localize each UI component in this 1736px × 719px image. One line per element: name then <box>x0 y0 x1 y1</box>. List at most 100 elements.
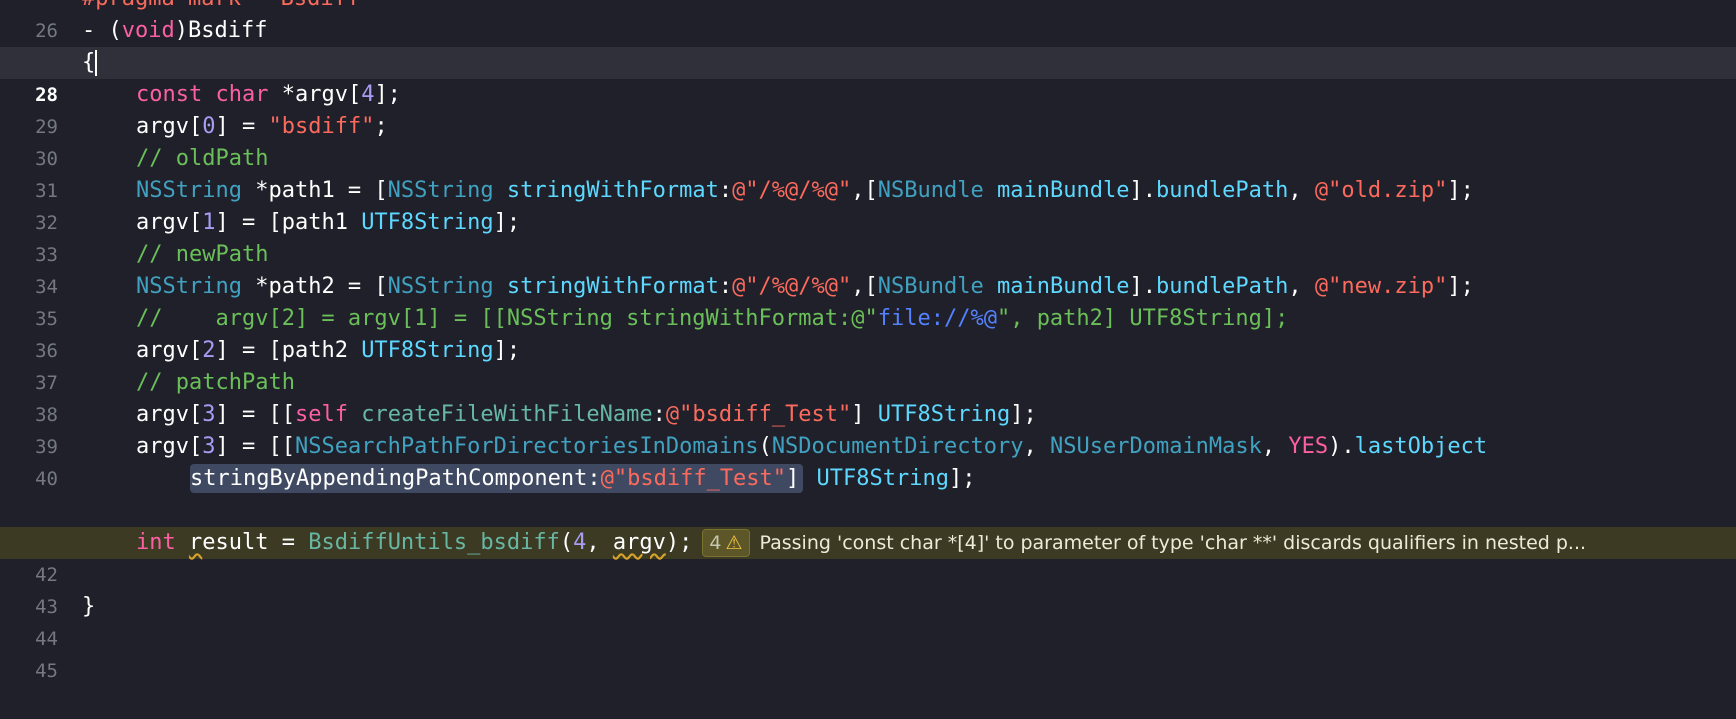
code-token: UTF8String <box>361 210 494 235</box>
code-token: NSSearchPathForDirectoriesInDomains <box>294 434 759 459</box>
method-signature: - (void)Bsdiff <box>82 15 267 47</box>
code-token: bundlePath <box>1155 274 1289 299</box>
code-token: ] <box>851 402 878 427</box>
code-token: NSDocumentDirectory <box>771 434 1024 459</box>
code-token: ). <box>1328 434 1355 459</box>
code-token: NSString <box>136 274 242 299</box>
selected-text[interactable]: stringByAppendingPathComponent:@"bsdiff_… <box>190 464 804 493</box>
code-token: ]; <box>1010 402 1037 427</box>
code-line[interactable]: 26 #pragma mark - Bsdiff <box>0 0 1736 42</box>
code-editor[interactable]: 26 #pragma mark - Bsdiff 27 - (void)Bsdi… <box>0 0 1736 682</box>
code-token: ]; <box>1447 274 1474 299</box>
code-line[interactable]: 36 // argv[2] = argv[1] = [[NSString str… <box>0 303 1736 362</box>
code-token: NSString <box>136 178 242 203</box>
code-token: 1 <box>202 210 216 235</box>
code-token: @"/%@/%@" <box>732 178 852 203</box>
code-token: "bsdiff" <box>268 114 375 139</box>
code-token: void <box>121 18 175 43</box>
code-token: ( <box>758 434 772 459</box>
code-line[interactable]: 40 argv[3] = [[NSSearchPathForDirectorie… <box>0 431 1736 490</box>
code-token: @"old.zip" <box>1314 178 1448 203</box>
comment: // newPath <box>136 242 269 267</box>
code-token: const <box>136 82 203 107</box>
code-token: argv[ <box>136 338 203 363</box>
code-line[interactable]: 38 // patchPath <box>0 367 1736 426</box>
code-token: ]. <box>1129 178 1156 203</box>
code-token: ,[ <box>851 274 878 299</box>
code-token: *path2 = [ <box>241 274 388 299</box>
code-token: self <box>294 402 348 427</box>
code-token: @"/%@/%@" <box>732 274 852 299</box>
code-line[interactable]: 35 NSString *path2 = [NSString stringWit… <box>0 271 1736 330</box>
code-token: ", path2] UTF8String]; <box>996 306 1289 331</box>
code-line[interactable]: 41 <box>0 495 1736 554</box>
code-token: - ( <box>82 18 122 43</box>
code-token: NSBundle <box>877 178 984 203</box>
code-token: ]; <box>493 338 521 363</box>
code-text: NSString *path1 = [NSString stringWithFo… <box>136 175 1474 207</box>
comment: // oldPath <box>136 146 269 171</box>
code-token: ; <box>374 114 388 139</box>
code-token: argv[ <box>136 210 203 235</box>
code-token: { <box>82 50 96 75</box>
code-text: NSString *path2 = [NSString stringWithFo… <box>136 271 1474 303</box>
code-line[interactable]: 34 // newPath <box>0 239 1736 298</box>
code-token: ] = [[ <box>215 402 295 427</box>
code-token: ,[ <box>851 178 878 203</box>
code-line[interactable]: 43 <box>0 559 1736 618</box>
code-line[interactable]: 37 argv[2] = [path2 UTF8String]; <box>0 335 1736 394</box>
code-token: ] = [path1 <box>215 210 362 235</box>
code-token: : <box>652 402 666 427</box>
code-token: , <box>1023 434 1050 459</box>
code-line[interactable]: 32 NSString *path1 = [NSString stringWit… <box>0 175 1736 234</box>
code-token: // argv[2] = argv[1] = [[NSString string… <box>136 306 878 331</box>
code-token: 0 <box>202 114 216 139</box>
code-token: char <box>215 82 269 107</box>
code-token: stringWithFormat <box>506 274 719 299</box>
code-line[interactable]: 27 - (void)Bsdiff <box>0 15 1736 74</box>
code-token: ( <box>559 530 574 555</box>
wrapped-code-line[interactable]: stringByAppendingPathComponent:@"bsdiff_… <box>0 463 1736 495</box>
code-token: ]; <box>493 210 521 235</box>
code-line[interactable]: 33 argv[1] = [path1 UTF8String]; <box>0 207 1736 266</box>
code-text: stringByAppendingPathComponent:@"bsdiff_… <box>190 463 976 495</box>
code-token: NSUserDomainMask <box>1049 434 1262 459</box>
code-token: NSString <box>387 178 494 203</box>
code-text: { <box>82 47 98 79</box>
code-text: argv[1] = [path1 UTF8String]; <box>136 207 520 239</box>
comment: // patchPath <box>136 370 295 395</box>
code-token: r <box>189 530 203 555</box>
text-caret <box>95 50 98 76</box>
issue-count-badge[interactable]: 4 ⚠ <box>702 529 750 557</box>
code-token: NSBundle <box>877 274 984 299</box>
code-line[interactable]: 31 // oldPath <box>0 143 1736 202</box>
code-token: mainBundle <box>997 178 1130 203</box>
warning-message[interactable]: Passing 'const char *[4]' to parameter o… <box>760 532 1587 554</box>
code-line[interactable]: 30 argv[0] = "bsdiff"; <box>0 111 1736 170</box>
code-line[interactable]: 44 } <box>0 591 1736 650</box>
current-line[interactable]: 28 { <box>0 47 1736 106</box>
code-line[interactable]: 45 <box>0 623 1736 682</box>
code-token: stringWithFormat <box>506 178 719 203</box>
warning-line[interactable]: 42 int result = BsdiffUntils_bsdiff(4, a… <box>0 527 1736 586</box>
code-token: lastObject <box>1354 434 1488 459</box>
code-text: argv[3] = [[NSSearchPathForDirectoriesIn… <box>136 431 1487 463</box>
code-token: : <box>718 178 733 203</box>
code-token: UTF8String <box>361 338 494 363</box>
code-token: 3 <box>202 402 216 427</box>
code-token: *path1 = [ <box>241 178 388 203</box>
code-text: argv[2] = [path2 UTF8String]; <box>136 335 520 367</box>
code-token: ]; <box>949 466 976 491</box>
code-text: argv[0] = "bsdiff"; <box>136 111 388 143</box>
code-line[interactable]: 39 argv[3] = [[self createFileWithFileNa… <box>0 399 1736 458</box>
code-line[interactable]: 29 const char *argv[4]; <box>0 79 1736 138</box>
code-token: , <box>1288 178 1315 203</box>
code-token: @"bsdiff_Test" <box>600 466 787 491</box>
